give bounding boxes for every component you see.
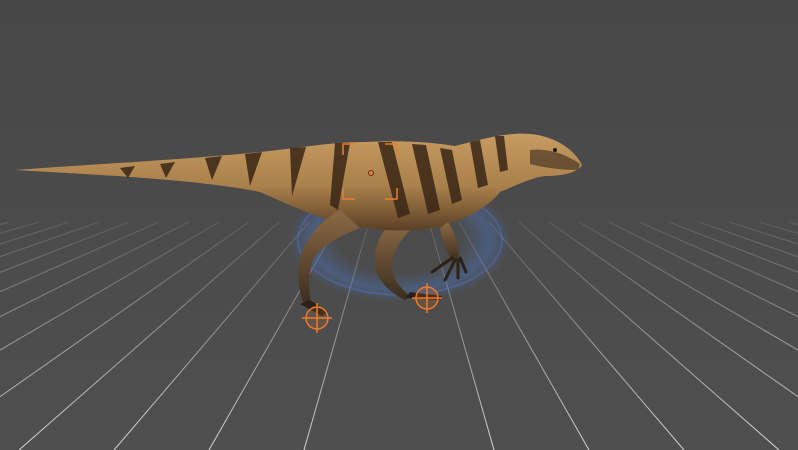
body-center-icon [368,170,374,176]
3d-viewport[interactable] [0,0,798,450]
grid-line-depth [0,221,220,351]
grid-line-depth [0,221,100,258]
scene-canvas[interactable] [0,0,798,450]
grid-line-depth [18,221,280,450]
grid-line-depth [0,221,130,273]
grid-line-depth [698,221,798,258]
grid-line-depth [668,221,798,273]
grid-line-depth [518,221,780,450]
grid-line-depth [758,221,798,234]
grid-line-depth [578,221,798,351]
grid-line-depth [488,221,685,450]
grid-line-depth [113,221,310,450]
grid-line-depth [0,221,40,234]
